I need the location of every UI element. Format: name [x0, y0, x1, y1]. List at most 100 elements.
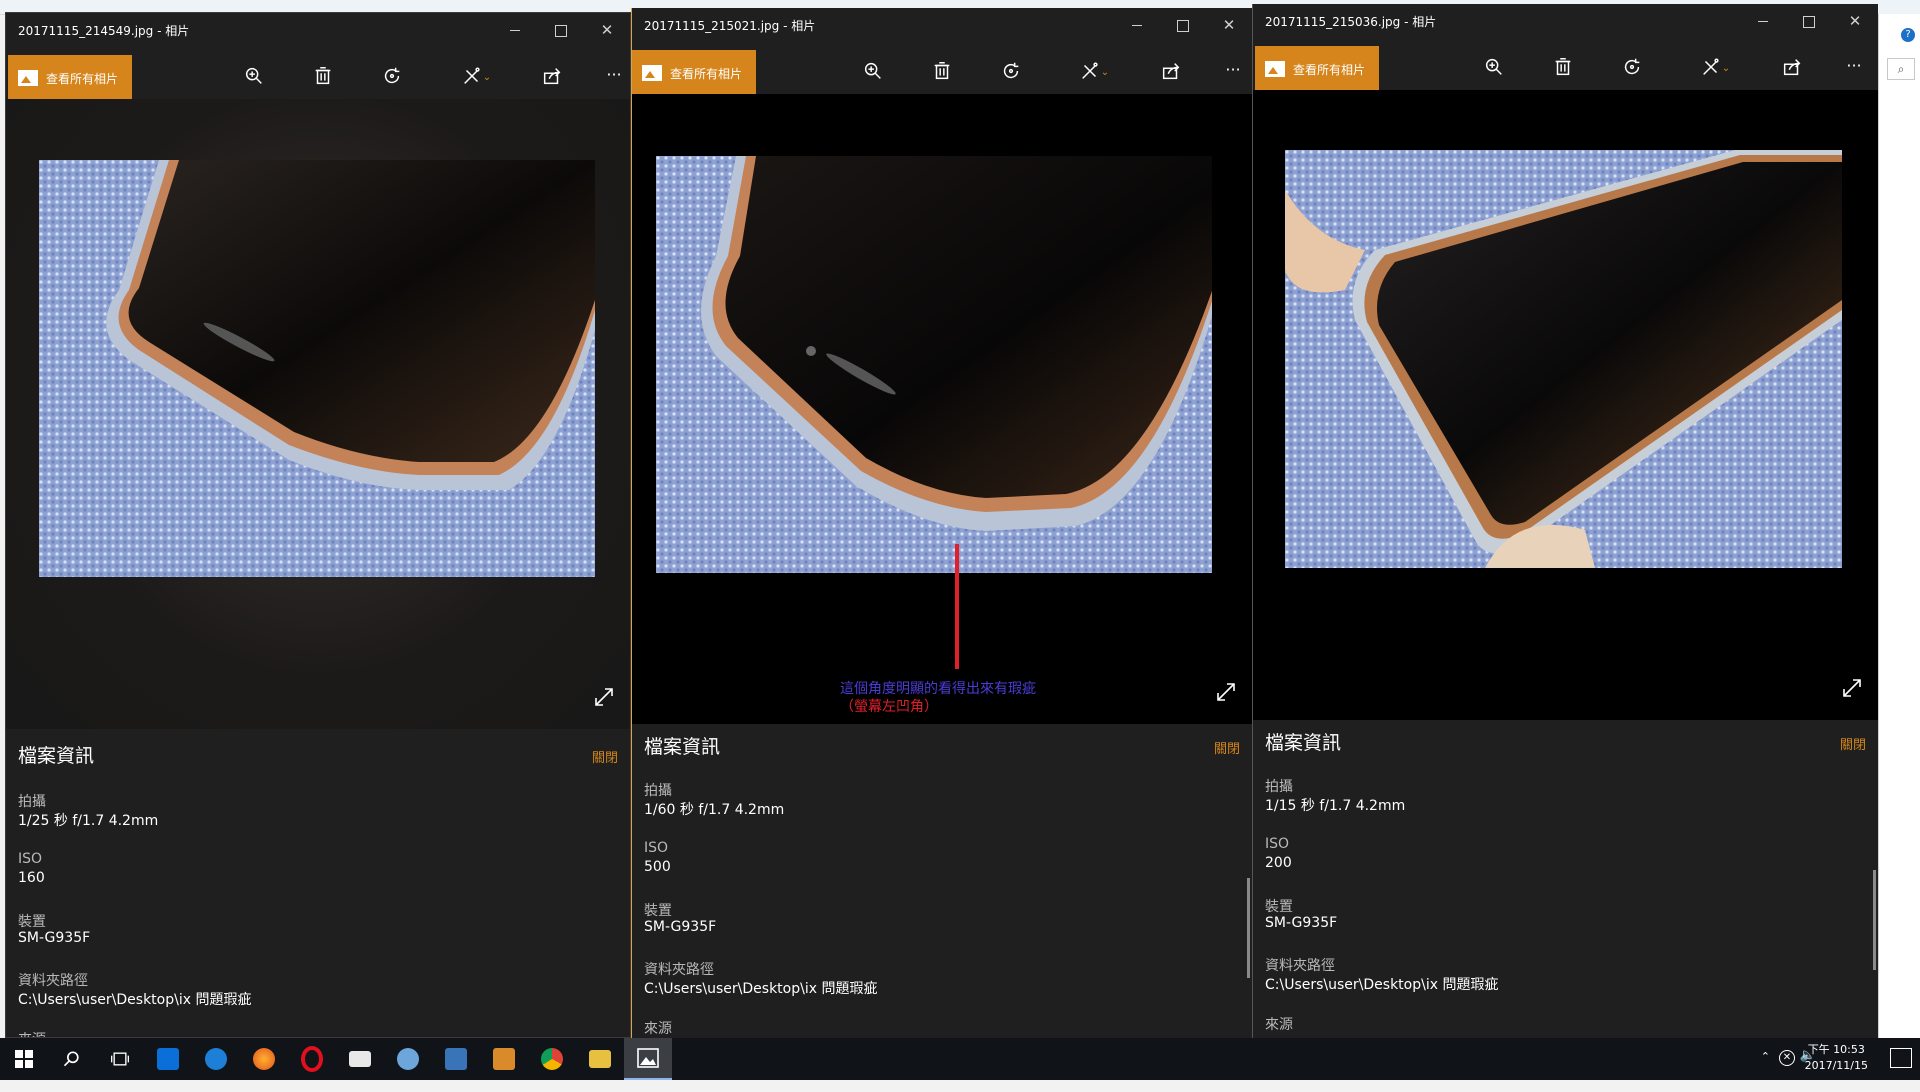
- photos-window-1: 20171115_214549.jpg - 相片 ✕ 查看所有相片 ⌄ ···: [5, 12, 631, 1038]
- device-value: SM-G935F: [644, 919, 717, 935]
- title-bar[interactable]: 20171115_215021.jpg - 相片 ✕: [632, 8, 1252, 42]
- window-title: 20171115_215036.jpg - 相片: [1265, 15, 1437, 29]
- device-value: SM-G935F: [1265, 915, 1338, 931]
- search-icon[interactable]: [48, 1038, 96, 1080]
- fullscreen-icon[interactable]: [1214, 680, 1240, 706]
- paint-icon[interactable]: [384, 1038, 432, 1080]
- minimize-button[interactable]: [1740, 4, 1786, 38]
- folder-path-value: C:\Users\user\Desktop\ix 問題瑕疵: [1265, 977, 1499, 993]
- folder-path-value: C:\Users\user\Desktop\ix 問題瑕疵: [18, 992, 252, 1008]
- shot-value: 1/60 秒 f/1.7 4.2mm: [644, 802, 785, 818]
- info-header: 檔案資訊: [18, 745, 95, 767]
- iso-label: ISO: [644, 840, 669, 856]
- share-icon[interactable]: [1774, 48, 1810, 84]
- close-info-button[interactable]: 關閉: [1214, 738, 1240, 757]
- notifications-icon[interactable]: [1890, 1048, 1912, 1068]
- close-info-button[interactable]: 關閉: [1840, 734, 1866, 753]
- toolbar: 查看所有相片 ⌄ ···: [1253, 38, 1878, 92]
- mail-icon[interactable]: [336, 1038, 384, 1080]
- close-window-button[interactable]: ✕: [1832, 4, 1878, 38]
- info-header: 檔案資訊: [1265, 732, 1342, 754]
- zoom-icon[interactable]: [236, 57, 272, 93]
- photo-stage: [1253, 90, 1878, 720]
- chevron-up-icon[interactable]: ⌃: [1761, 1050, 1770, 1092]
- more-icon[interactable]: ···: [602, 57, 626, 93]
- photos-icon[interactable]: [624, 1038, 672, 1080]
- clock-time: 下午 10:53: [1807, 1043, 1865, 1056]
- iso-label: ISO: [1265, 836, 1290, 852]
- folder-path-label: 資料夾路徑: [18, 973, 88, 989]
- edge-icon[interactable]: [192, 1038, 240, 1080]
- explorer-side-panel: ? ⌕: [1878, 14, 1920, 1038]
- chrome-icon[interactable]: [528, 1038, 576, 1080]
- rotate-icon[interactable]: [374, 57, 410, 93]
- info-header: 檔案資訊: [644, 736, 721, 758]
- title-bar[interactable]: 20171115_215036.jpg - 相片 ✕: [1253, 4, 1878, 38]
- close-info-button[interactable]: 關閉: [592, 747, 618, 766]
- fullscreen-icon[interactable]: [592, 685, 618, 711]
- view-all-photos-button[interactable]: 查看所有相片: [632, 50, 757, 96]
- media-icon[interactable]: [432, 1038, 480, 1080]
- help-icon[interactable]: ?: [1901, 28, 1915, 42]
- view-all-label: 查看所有相片: [46, 71, 119, 86]
- edit-icon[interactable]: ⌄: [451, 57, 501, 93]
- network-icon[interactable]: ✕: [1779, 1050, 1795, 1066]
- maximize-button[interactable]: [538, 13, 584, 47]
- trash-icon[interactable]: [1545, 48, 1581, 84]
- edit-icon[interactable]: ⌄: [1690, 48, 1740, 84]
- share-icon[interactable]: [1153, 52, 1189, 88]
- minimize-button[interactable]: [1114, 8, 1160, 42]
- scrollbar[interactable]: [1873, 870, 1876, 970]
- rotate-icon[interactable]: [993, 52, 1029, 88]
- more-icon[interactable]: ···: [1221, 52, 1245, 88]
- firefox-icon[interactable]: [240, 1038, 288, 1080]
- task-view-icon[interactable]: [96, 1038, 144, 1080]
- photo-image: [656, 156, 1212, 573]
- fullscreen-icon[interactable]: [1840, 676, 1866, 702]
- minimize-button[interactable]: [492, 13, 538, 47]
- zoom-icon[interactable]: [855, 52, 891, 88]
- shot-value: 1/15 秒 f/1.7 4.2mm: [1265, 798, 1406, 814]
- window-title: 20171115_215021.jpg - 相片: [644, 19, 816, 33]
- toolbar: 查看所有相片 ⌄ ···: [6, 47, 630, 101]
- annotation-line-2: （螢幕左凹角）: [840, 699, 938, 715]
- title-bar[interactable]: 20171115_214549.jpg - 相片 ✕: [6, 13, 630, 47]
- taskbar: ⌃ ✕ 🔈 下午 10:53 2017/11/15: [0, 1038, 1920, 1080]
- file-info-panel: 檔案資訊 關閉 拍攝 1/25 秒 f/1.7 4.2mm ISO 160 裝置…: [6, 729, 630, 1037]
- device-label: 裝置: [18, 914, 46, 930]
- maximize-button[interactable]: [1160, 8, 1206, 42]
- taskbar-clock[interactable]: 下午 10:53 2017/11/15: [1805, 1042, 1868, 1074]
- annotation-line-1: 這個角度明顯的看得出來有瑕疵: [840, 681, 1036, 697]
- trash-icon[interactable]: [305, 57, 341, 93]
- store-icon[interactable]: [144, 1038, 192, 1080]
- view-all-photos-button[interactable]: 查看所有相片: [1255, 46, 1380, 92]
- shot-label: 拍攝: [644, 783, 672, 799]
- trash-icon[interactable]: [924, 52, 960, 88]
- close-window-button[interactable]: ✕: [1206, 8, 1252, 42]
- view-all-photos-button[interactable]: 查看所有相片: [8, 55, 133, 101]
- explorer-icon[interactable]: [576, 1038, 624, 1080]
- view-all-label: 查看所有相片: [670, 66, 743, 81]
- photo-stage: 這個角度明顯的看得出來有瑕疵 （螢幕左凹角）: [632, 94, 1252, 724]
- photo-icon: [18, 70, 38, 86]
- edit-icon[interactable]: ⌄: [1069, 52, 1119, 88]
- clock-date: 2017/11/15: [1804, 1059, 1868, 1072]
- device-label: 裝置: [644, 903, 672, 919]
- share-icon[interactable]: [534, 57, 570, 93]
- zoom-icon[interactable]: [1476, 48, 1512, 84]
- rotate-icon[interactable]: [1614, 48, 1650, 84]
- folder-path-value: C:\Users\user\Desktop\ix 問題瑕疵: [644, 981, 878, 997]
- scrollbar[interactable]: [1247, 878, 1250, 978]
- photo-stage: [6, 99, 630, 729]
- device-value: SM-G935F: [18, 930, 91, 946]
- more-icon[interactable]: ···: [1842, 48, 1866, 84]
- folder-path-label: 資料夾路徑: [644, 962, 714, 978]
- opera-icon[interactable]: [288, 1038, 336, 1080]
- search-icon[interactable]: ⌕: [1887, 58, 1915, 80]
- maximize-button[interactable]: [1786, 4, 1832, 38]
- close-window-button[interactable]: ✕: [584, 13, 630, 47]
- photoshop-icon[interactable]: [480, 1038, 528, 1080]
- shot-label: 拍攝: [18, 794, 46, 810]
- windows-start-icon[interactable]: [0, 1038, 48, 1080]
- photos-window-3: 20171115_215036.jpg - 相片 ✕ 查看所有相片 ⌄ ···: [1252, 4, 1878, 1038]
